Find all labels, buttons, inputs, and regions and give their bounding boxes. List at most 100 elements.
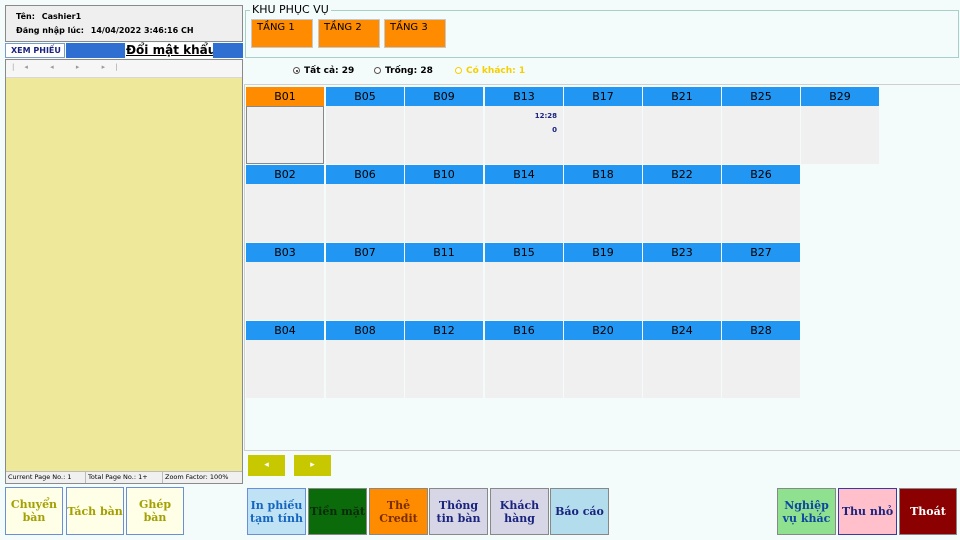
table-b19[interactable]: B19 <box>564 243 642 320</box>
transfer-table-button[interactable]: Chuyển bàn <box>5 487 63 535</box>
user-name-label: Tên: <box>16 12 35 21</box>
floor-3-button[interactable]: TẦNG 3 <box>384 19 446 48</box>
change-password-link[interactable]: Đổi mật khẩu <box>126 43 216 58</box>
table-b28[interactable]: B28 <box>722 321 800 398</box>
table-b24[interactable]: B24 <box>643 321 721 398</box>
table-label: B14 <box>485 165 563 184</box>
radio-icon[interactable] <box>455 67 462 74</box>
table-b20[interactable]: B20 <box>564 321 642 398</box>
table-label: B21 <box>643 87 721 106</box>
table-amount: 0 <box>552 126 557 134</box>
minimize-button[interactable]: Thu nhỏ <box>838 488 897 535</box>
table-b22[interactable]: B22 <box>643 165 721 242</box>
credit-card-payment-button[interactable]: Thẻ Credit <box>369 488 428 535</box>
filter-all-label: Tất cả: 29 <box>304 66 355 76</box>
table-b16[interactable]: B16 <box>485 321 563 398</box>
table-label: B23 <box>643 243 721 262</box>
floor-2-button[interactable]: TẦNG 2 <box>318 19 380 48</box>
table-b21[interactable]: B21 <box>643 87 721 164</box>
table-label: B17 <box>564 87 642 106</box>
login-time-label: Đăng nhập lúc: <box>16 26 84 35</box>
radio-selected-icon[interactable] <box>293 67 300 74</box>
table-label: B22 <box>643 165 721 184</box>
table-grid: B01 B02 B03 B04 B05 B06 B07 B08 B09 B10 … <box>244 84 960 451</box>
arrow-right-icon: ▸ <box>310 460 315 470</box>
table-b06[interactable]: B06 <box>326 165 404 242</box>
table-label: B15 <box>485 243 563 262</box>
print-temp-bill-button[interactable]: In phiếu tạm tính <box>247 488 306 535</box>
table-b27[interactable]: B27 <box>722 243 800 320</box>
report-button[interactable]: Báo cáo <box>550 488 609 535</box>
table-label: B20 <box>564 321 642 340</box>
table-b18[interactable]: B18 <box>564 165 642 242</box>
table-b01[interactable]: B01 <box>246 87 324 164</box>
filter-occupied-option[interactable]: Có khách: 1 <box>455 66 525 76</box>
table-b15[interactable]: B15 <box>485 243 563 320</box>
merge-table-button[interactable]: Ghép bàn <box>126 487 184 535</box>
receipt-viewer: |◂ ◂ ▸ ▸| Current Page No.: 1 Total Page… <box>5 59 243 484</box>
filter-occupied-label: Có khách: 1 <box>466 66 526 76</box>
left-tabs-row: XEM PHIẾU Đổi mật khẩu <box>5 43 243 58</box>
page-navigation-icons[interactable]: |◂ ◂ ▸ ▸| <box>12 63 127 71</box>
table-b04[interactable]: B04 <box>246 321 324 398</box>
other-operations-button[interactable]: Nghiệp vụ khác <box>777 488 836 535</box>
next-page-button[interactable]: ▸ <box>294 455 331 476</box>
table-label: B12 <box>405 321 483 340</box>
table-b11[interactable]: B11 <box>405 243 483 320</box>
table-label: B25 <box>722 87 800 106</box>
radio-icon[interactable] <box>374 67 381 74</box>
table-label: B27 <box>722 243 800 262</box>
table-b29[interactable]: B29 <box>801 87 879 164</box>
table-b14[interactable]: B14 <box>485 165 563 242</box>
table-b05[interactable]: B05 <box>326 87 404 164</box>
table-label: B10 <box>405 165 483 184</box>
table-label: B11 <box>405 243 483 262</box>
zoom-factor-status: Zoom Factor: 100% <box>165 473 229 481</box>
filter-empty-label: Trống: 28 <box>385 66 433 76</box>
floor-1-button[interactable]: TẦNG 1 <box>251 19 313 48</box>
login-time-value: 14/04/2022 3:46:16 CH <box>90 26 194 35</box>
table-b07[interactable]: B07 <box>326 243 404 320</box>
table-label: B05 <box>326 87 404 106</box>
tab-separator-bar <box>213 43 243 58</box>
user-info-panel: Tên: Cashier1 Đăng nhập lúc: 14/04/2022 … <box>5 5 243 42</box>
prev-page-button[interactable]: ◂ <box>248 455 285 476</box>
viewer-toolbar: |◂ ◂ ▸ ▸| <box>6 60 242 78</box>
table-label: B03 <box>246 243 324 262</box>
table-b02[interactable]: B02 <box>246 165 324 242</box>
table-b26[interactable]: B26 <box>722 165 800 242</box>
table-label: B02 <box>246 165 324 184</box>
table-label: B08 <box>326 321 404 340</box>
user-name-value: Cashier1 <box>41 12 82 21</box>
exit-button[interactable]: Thoát <box>899 488 957 535</box>
service-zone-title: KHU PHỤC VỤ <box>250 3 331 16</box>
customer-button[interactable]: Khách hàng <box>490 488 549 535</box>
table-info-button[interactable]: Thông tin bàn <box>429 488 488 535</box>
table-label: B16 <box>485 321 563 340</box>
table-b25[interactable]: B25 <box>722 87 800 164</box>
view-receipt-tab[interactable]: XEM PHIẾU <box>5 43 65 58</box>
table-b10[interactable]: B10 <box>405 165 483 242</box>
table-b03[interactable]: B03 <box>246 243 324 320</box>
table-b23[interactable]: B23 <box>643 243 721 320</box>
table-b12[interactable]: B12 <box>405 321 483 398</box>
table-b17[interactable]: B17 <box>564 87 642 164</box>
table-b13[interactable]: B13 12:28 0 <box>485 87 563 164</box>
table-label: B04 <box>246 321 324 340</box>
table-label: B01 <box>246 87 324 106</box>
table-open-time: 12:28 <box>534 112 557 120</box>
table-b09[interactable]: B09 <box>405 87 483 164</box>
split-table-button[interactable]: Tách bàn <box>66 487 124 535</box>
table-label: B07 <box>326 243 404 262</box>
table-label: B28 <box>722 321 800 340</box>
tab-separator-bar <box>66 43 125 58</box>
filter-empty-option[interactable]: Trống: 28 <box>374 66 433 76</box>
table-label: B06 <box>326 165 404 184</box>
current-page-status: Current Page No.: 1 <box>6 472 86 483</box>
table-b08[interactable]: B08 <box>326 321 404 398</box>
table-label: B24 <box>643 321 721 340</box>
filter-all-option[interactable]: Tất cả: 29 <box>293 66 354 76</box>
cash-payment-button[interactable]: Tiền mặt <box>308 488 367 535</box>
table-label: B26 <box>722 165 800 184</box>
table-label: B19 <box>564 243 642 262</box>
